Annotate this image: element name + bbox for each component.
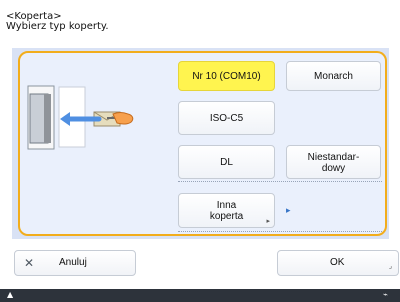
warning-icon: ▲: [7, 290, 14, 299]
envelope-option-label: Niestandar-: [307, 152, 360, 163]
envelope-option-label: Monarch: [314, 70, 353, 82]
envelope-option-label: ISO-C5: [209, 112, 244, 124]
separator-top: [178, 181, 382, 182]
envelope-option-label: DL: [220, 156, 233, 168]
envelope-option-dl[interactable]: DL: [178, 145, 275, 179]
cancel-label: Anuluj: [59, 257, 87, 268]
envelope-type-screen: <Koperta> Wybierz typ koperty. Nr 10 (CO…: [0, 0, 400, 302]
envelope-option-iso-c5[interactable]: ISO-C5: [178, 101, 275, 135]
envelope-option-label: Inna: [216, 200, 237, 211]
envelope-option-monarch[interactable]: Monarch: [286, 61, 381, 91]
feed-slot: [107, 117, 115, 119]
envelope-option-label: Nr 10 (COM10): [192, 70, 261, 82]
envelope-option-nr10[interactable]: Nr 10 (COM10): [178, 61, 275, 91]
envelope-option-label: dowy: [321, 163, 346, 174]
cancel-button[interactable]: ✕ Anuluj: [14, 250, 136, 276]
corner-indicator-icon: ▸: [266, 218, 270, 225]
envelope-feed-illustration: [27, 85, 134, 150]
envelope-option-custom[interactable]: Niestandar- dowy: [286, 145, 381, 179]
envelope-option-label: koperta: [209, 211, 244, 222]
close-icon: ✕: [24, 256, 35, 270]
settings-icon: ⌁: [383, 290, 388, 299]
ok-label: OK: [330, 257, 345, 268]
separator-bottom: [178, 231, 382, 232]
next-indicator-icon: ▸: [286, 206, 291, 216]
status-bar: ▲ ⌁: [0, 289, 400, 302]
confirm-indicator-icon: ⌟: [388, 263, 392, 270]
ok-button[interactable]: OK ⌟: [277, 250, 399, 276]
tray-side: [44, 94, 51, 143]
envelope-option-other[interactable]: Inna koperta ▸: [178, 193, 275, 228]
page-subtitle: Wybierz typ koperty.: [6, 21, 109, 32]
